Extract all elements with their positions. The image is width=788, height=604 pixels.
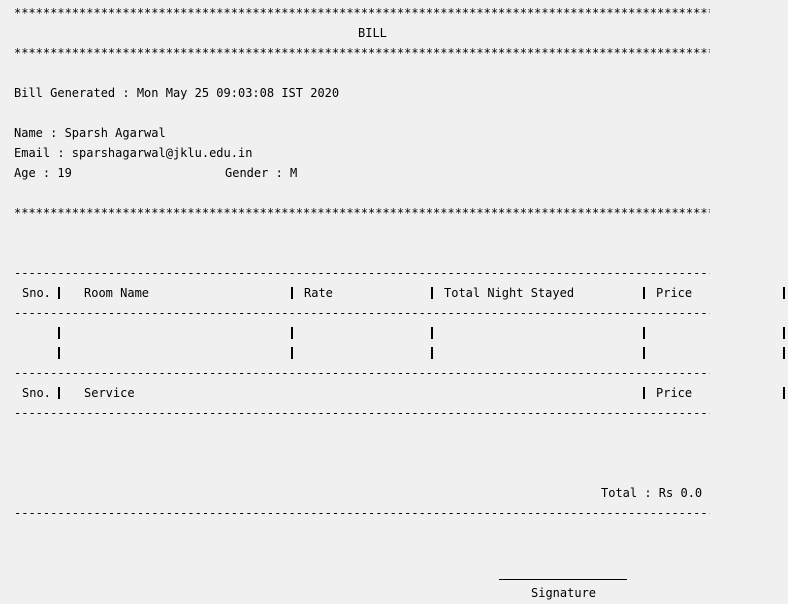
dash-divider-rooms-header: ----------------------------------------… xyxy=(14,306,710,320)
dash-divider-total: ----------------------------------------… xyxy=(14,506,710,520)
services-header-price: Price xyxy=(656,386,693,400)
total-label: Total : xyxy=(601,486,659,500)
column-separator xyxy=(643,387,645,399)
signature-label: Signature xyxy=(531,586,597,600)
bill-generated-line: Bill Generated : Mon May 25 09:03:08 IST… xyxy=(14,83,339,103)
rooms-header-room-name: Room Name xyxy=(84,286,150,300)
column-separator xyxy=(643,347,645,359)
stars-divider-header: ****************************************… xyxy=(14,46,710,60)
rooms-header-sno: Sno. xyxy=(22,286,51,300)
dash-divider-rooms-top: ----------------------------------------… xyxy=(14,266,710,280)
column-separator xyxy=(783,387,785,399)
email-line: Email : sparshagarwal@jklu.edu.in xyxy=(14,143,252,163)
name-value: Sparsh Agarwal xyxy=(64,126,166,140)
dash-divider-rooms-bottom: ----------------------------------------… xyxy=(14,366,710,380)
age-line: Age : 19 xyxy=(14,163,72,183)
stars-divider-top: ****************************************… xyxy=(14,6,710,20)
email-label: Email : xyxy=(14,146,72,160)
services-header-sno: Sno. xyxy=(22,386,51,400)
total-value: Rs 0.0 xyxy=(658,486,703,500)
rooms-header-total-night-stayed: Total Night Stayed xyxy=(444,286,575,300)
column-separator xyxy=(431,287,433,299)
gender-label: Gender : xyxy=(225,166,291,180)
column-separator xyxy=(58,287,60,299)
bill-generated-label: Bill Generated : xyxy=(14,86,137,100)
column-separator xyxy=(431,347,433,359)
signature-line xyxy=(499,579,627,580)
dash-divider-services-header: ----------------------------------------… xyxy=(14,406,710,420)
column-separator xyxy=(291,347,293,359)
bill-generated-value: Mon May 25 09:03:08 IST 2020 xyxy=(136,86,340,100)
gender-line: Gender : M xyxy=(225,163,297,183)
age-label: Age : xyxy=(14,166,58,180)
column-separator xyxy=(58,387,60,399)
column-separator xyxy=(58,347,60,359)
name-label: Name : xyxy=(14,126,65,140)
stars-divider-details: ****************************************… xyxy=(14,206,710,220)
bill-title: BILL xyxy=(358,26,387,40)
column-separator xyxy=(783,347,785,359)
email-value: sparshagarwal@jklu.edu.in xyxy=(71,146,253,160)
column-separator xyxy=(291,287,293,299)
services-header-service: Service xyxy=(84,386,135,400)
name-line: Name : Sparsh Agarwal xyxy=(14,123,166,143)
rooms-header-price: Price xyxy=(656,286,693,300)
total-line: Total : Rs 0.0 xyxy=(601,483,702,503)
rooms-header-rate: Rate xyxy=(304,286,333,300)
column-separator xyxy=(643,327,645,339)
column-separator xyxy=(58,327,60,339)
age-value: 19 xyxy=(57,166,72,180)
column-separator xyxy=(783,287,785,299)
gender-value: M xyxy=(290,166,298,180)
column-separator xyxy=(783,327,785,339)
bill-window: ****************************************… xyxy=(0,0,788,604)
column-separator xyxy=(291,327,293,339)
column-separator xyxy=(643,287,645,299)
column-separator xyxy=(431,327,433,339)
